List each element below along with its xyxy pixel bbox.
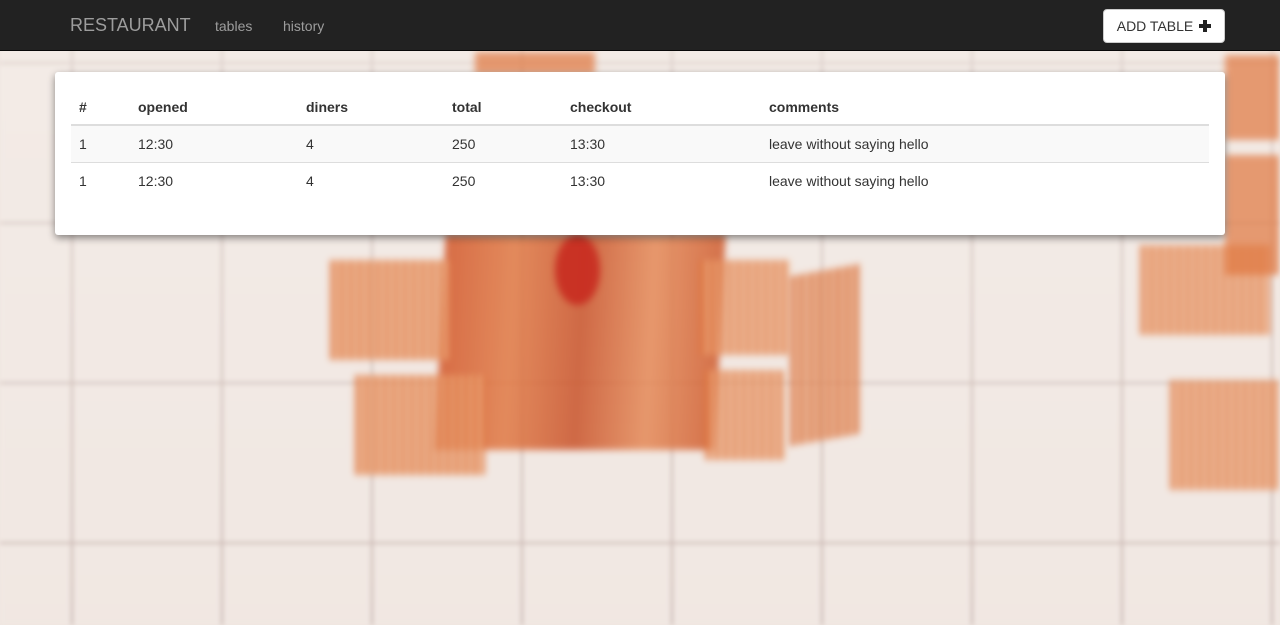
cell-opened: 12:30: [130, 124, 298, 163]
column-header-opened: opened: [130, 90, 298, 126]
cell-total: 250: [444, 124, 562, 163]
add-table-button[interactable]: ADD TABLE: [1103, 9, 1225, 43]
brand-logo[interactable]: RESTAURANT: [70, 15, 191, 35]
column-header-number: #: [71, 90, 130, 126]
cell-comments: leave without saying hello: [761, 162, 1209, 199]
plus-icon: [1199, 20, 1212, 32]
nav-link-tables[interactable]: tables: [215, 17, 252, 35]
column-header-total: total: [444, 90, 562, 126]
table-row[interactable]: 1 12:30 4 250 13:30 leave without saying…: [71, 162, 1209, 199]
tables-panel: # opened diners total checkout comments …: [55, 72, 1225, 235]
cell-diners: 4: [298, 124, 444, 163]
history-table: # opened diners total checkout comments …: [71, 90, 1209, 199]
column-header-comments: comments: [761, 90, 1209, 126]
cell-checkout: 13:30: [562, 162, 761, 199]
table-row[interactable]: 1 12:30 4 250 13:30 leave without saying…: [71, 124, 1209, 163]
cell-number: 1: [71, 162, 130, 199]
nav-link-history[interactable]: history: [283, 17, 324, 35]
cell-number: 1: [71, 124, 130, 163]
column-header-checkout: checkout: [562, 90, 761, 126]
cell-diners: 4: [298, 162, 444, 199]
cell-total: 250: [444, 162, 562, 199]
column-header-diners: diners: [298, 90, 444, 126]
cell-opened: 12:30: [130, 162, 298, 199]
add-table-label: ADD TABLE: [1116, 18, 1194, 34]
cell-comments: leave without saying hello: [761, 124, 1209, 163]
cell-checkout: 13:30: [562, 124, 761, 163]
table-header-row: # opened diners total checkout comments: [71, 90, 1209, 126]
navbar: RESTAURANT tables history ADD TABLE: [0, 0, 1280, 51]
